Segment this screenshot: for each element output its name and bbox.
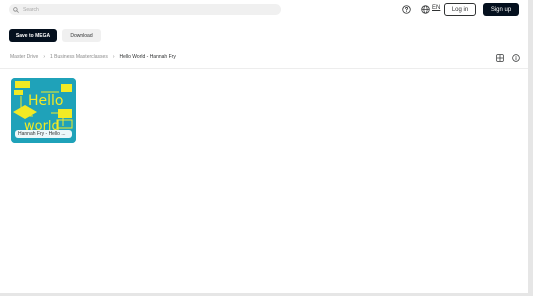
breadcrumb-item-folder[interactable]: 1 Business Masterclasses: [50, 54, 108, 60]
breadcrumb-item-current: Hello World - Hannah Fry: [119, 54, 176, 60]
search-bar[interactable]: [9, 4, 281, 15]
chevron-right-icon: ›: [112, 54, 115, 60]
breadcrumb: Master Drive › 1 Business Masterclasses …: [10, 53, 176, 61]
globe-icon[interactable]: [421, 5, 430, 14]
help-icon[interactable]: [402, 5, 411, 14]
signup-button[interactable]: Sign up: [483, 3, 519, 16]
file-card[interactable]: Hello world Hannah Fry - Hello ...: [11, 78, 76, 143]
search-input[interactable]: [19, 4, 223, 15]
file-name-label: Hannah Fry - Hello ...: [15, 130, 72, 138]
chevron-right-icon: ›: [43, 54, 46, 60]
login-button[interactable]: Log in: [444, 3, 476, 16]
info-icon[interactable]: [512, 54, 520, 62]
breadcrumb-item-root[interactable]: Master Drive: [10, 54, 38, 60]
save-to-mega-button[interactable]: Save to MEGA: [9, 29, 57, 42]
grid-view-icon[interactable]: [496, 54, 504, 62]
download-button[interactable]: Download: [62, 29, 101, 42]
window-right-edge: [528, 0, 533, 296]
content-divider: [0, 68, 528, 69]
thumbnail-hello-text: Hello: [28, 93, 64, 109]
language-selector[interactable]: EN: [432, 5, 440, 11]
